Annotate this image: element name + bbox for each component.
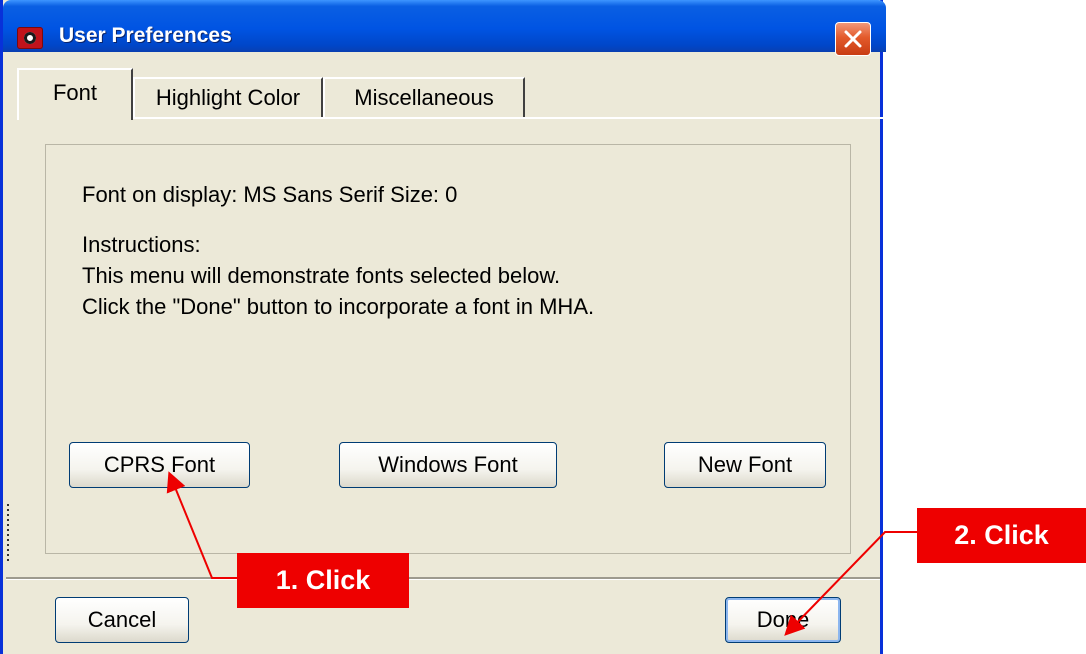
close-button[interactable] [835,22,871,56]
tab-strip-baseline [133,117,883,119]
tab-miscellaneous-label: Miscellaneous [354,85,494,110]
current-font-info: Font on display: MS Sans Serif Size: 0 [82,182,458,207]
step-1-callout: 1. Click [237,553,409,608]
done-button[interactable]: Done [725,597,841,643]
user-preferences-dialog: User Preferences Font Highlight Color Mi… [0,0,886,654]
title-bar[interactable]: User Preferences [3,0,886,56]
tab-highlight-color[interactable]: Highlight Color [133,77,323,119]
cprs-font-button[interactable]: CPRS Font [69,442,250,488]
resize-grip [7,504,9,564]
close-icon [844,30,862,48]
new-font-button[interactable]: New Font [664,442,826,488]
footer-separator [6,577,880,580]
window-title: User Preferences [59,24,232,47]
tab-miscellaneous[interactable]: Miscellaneous [323,77,525,119]
cancel-button[interactable]: Cancel [55,597,189,643]
app-icon [17,27,43,49]
instructions-line-2: Click the "Done" button to incorporate a… [82,294,595,319]
tab-font-label: Font [52,80,98,105]
tab-strip: Font Highlight Color Miscellaneous [3,68,886,120]
tab-font[interactable]: Font [17,68,133,120]
instructions-heading: Instructions: [82,232,201,257]
step-2-callout: 2. Click [917,508,1086,563]
tab-highlight-color-label: Highlight Color [155,85,301,110]
windows-font-button[interactable]: Windows Font [339,442,557,488]
instructions-line-1: This menu will demonstrate fonts selecte… [82,263,561,288]
